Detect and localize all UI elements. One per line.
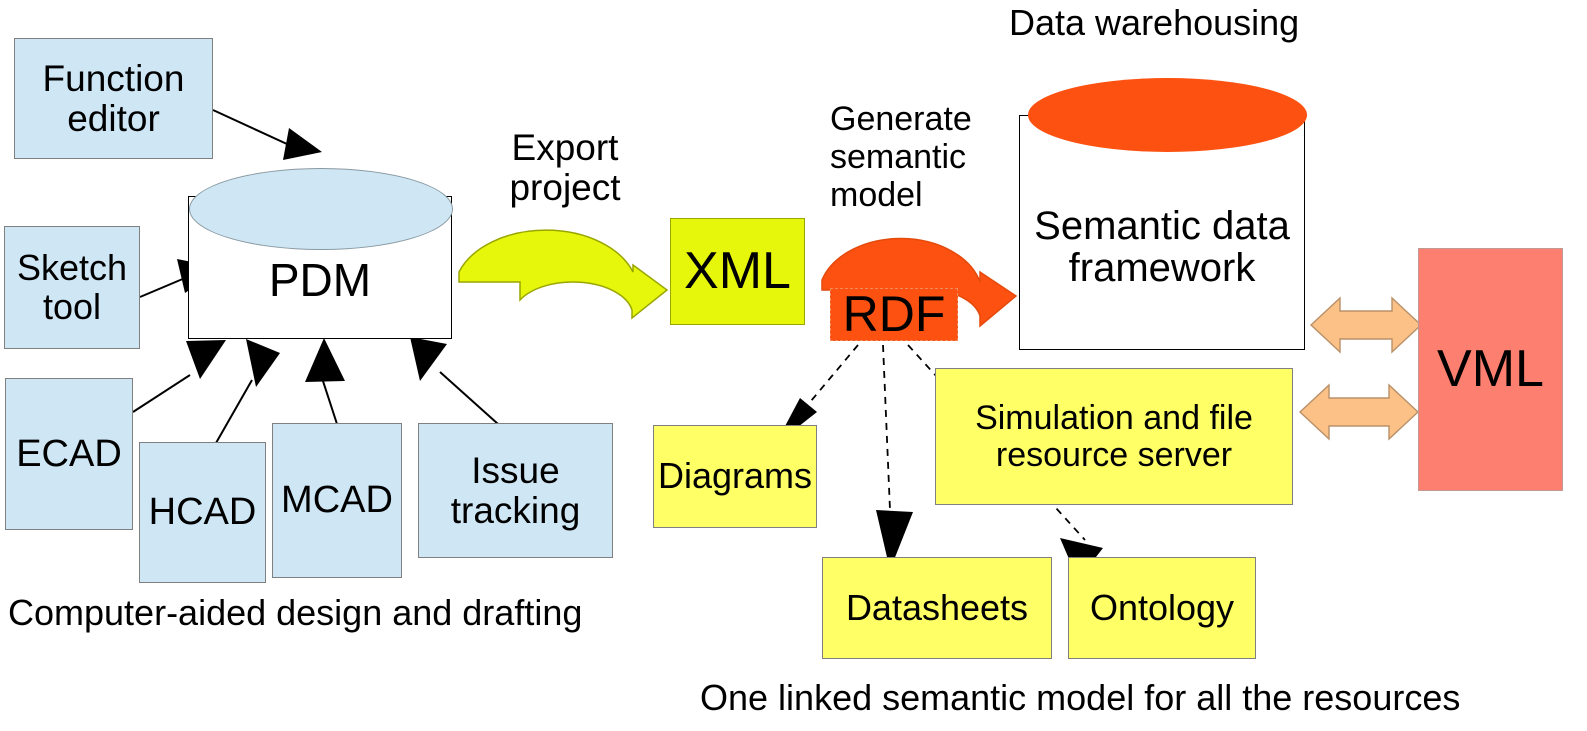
connector-issue-tracking-to-pdm [410,337,499,425]
framework-cylinder-top [1028,78,1307,152]
label-export-project: Export project [470,115,660,220]
label-generate-semantic-model: Generate semantic model [830,100,1015,214]
connector-rdf-to-datasheets [876,344,913,570]
caption-one-linked-model: One linked semantic model for all the re… [700,677,1460,719]
node-function-editor[interactable]: Function editor [14,38,213,159]
caption-data-warehousing-text: Data warehousing [1009,2,1300,43]
connector-mcad-to-pdm [305,338,345,425]
node-datasheets-label: Datasheets [845,586,1029,628]
node-mcad[interactable]: MCAD [272,423,402,578]
exchange-arrow-framework-vml [1309,296,1423,354]
export-project-arrow [458,229,669,320]
label-generate-semantic-model-text: Generate semantic model [830,100,972,215]
caption-cad-drafting-text: Computer-aided design and drafting [8,592,583,633]
node-sketch-tool[interactable]: Sketch tool [4,226,140,349]
pdm-cylinder-top [189,168,453,250]
connector-ecad-to-pdm [132,340,226,413]
node-diagrams[interactable]: Diagrams [653,425,817,528]
caption-one-linked-model-text: One linked semantic model for all the re… [700,677,1461,718]
node-ecad[interactable]: ECAD [5,378,133,530]
node-vml[interactable]: VML [1418,248,1563,491]
node-simulation-server-label: Simulation and file resource server [975,399,1253,474]
node-simulation-server[interactable]: Simulation and file resource server [935,368,1293,505]
connector-hcad-to-pdm [215,339,280,444]
node-vml-label: VML [1437,339,1544,398]
node-rdf-label: RDF [842,286,946,342]
node-xml-label: XML [684,241,791,300]
caption-data-warehousing: Data warehousing [1009,2,1299,44]
node-sketch-tool-label: Sketch tool [16,247,128,327]
diagram-canvas: Function editor Sketch tool ECAD HCAD MC… [0,0,1587,731]
node-ontology-label: Ontology [1089,586,1235,628]
node-hcad-label: HCAD [148,491,257,534]
node-diagrams-label: Diagrams [657,455,813,497]
node-rdf[interactable]: RDF [830,288,958,341]
node-function-editor-label: Function editor [42,58,185,139]
connector-function-editor-to-pdm [212,109,322,160]
node-semantic-data-framework-label: Semantic data framework [1034,203,1290,290]
label-export-project-text: Export project [509,127,621,208]
node-hcad[interactable]: HCAD [139,442,266,583]
node-issue-tracking-label: Issue tracking [450,450,581,531]
node-issue-tracking[interactable]: Issue tracking [418,423,613,558]
node-xml[interactable]: XML [670,218,805,325]
node-mcad-label: MCAD [281,479,393,522]
caption-cad-drafting: Computer-aided design and drafting [8,592,582,634]
node-pdm-label: PDM [268,253,372,306]
node-datasheets[interactable]: Datasheets [822,557,1052,659]
exchange-arrow-simulation-vml [1298,383,1420,441]
node-ecad-label: ECAD [16,432,122,475]
node-ontology[interactable]: Ontology [1068,557,1256,659]
